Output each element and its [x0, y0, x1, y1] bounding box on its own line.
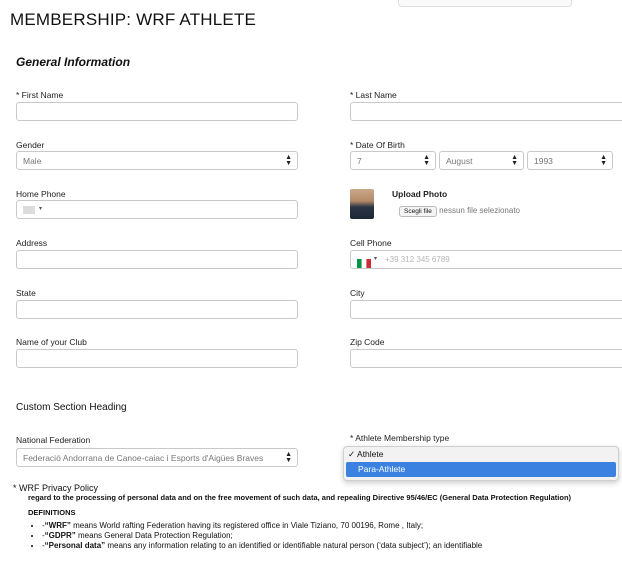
- last-name-input[interactable]: [350, 102, 622, 121]
- custom-section-heading: Custom Section Heading: [16, 402, 127, 413]
- national-federation-select[interactable]: Federació Andorrana de Canoe-caiac i Esp…: [16, 448, 298, 467]
- last-name-label: * Last Name: [350, 90, 397, 100]
- top-search-box: [398, 0, 572, 7]
- address-label: Address: [16, 238, 48, 248]
- checkmark-icon: ✓: [348, 449, 356, 459]
- dob-month-select[interactable]: August ▲ ▼: [439, 151, 524, 170]
- select-arrows-icon: ▲ ▼: [600, 154, 607, 167]
- avatar: [350, 189, 374, 219]
- select-arrows-icon: ▲ ▼: [283, 451, 292, 464]
- club-input[interactable]: [16, 349, 298, 368]
- blank-flag-icon[interactable]: [23, 206, 35, 214]
- list-item: -“WRF” means World rafting Federation ha…: [42, 521, 622, 530]
- first-name-label: * First Name: [16, 90, 64, 100]
- italy-flag-icon[interactable]: [357, 255, 371, 268]
- dob-year-value: 1993: [534, 156, 553, 166]
- dob-day-value: 7: [357, 156, 362, 166]
- first-name-input[interactable]: [16, 102, 298, 121]
- definitions-heading: DEFINITIONS: [28, 508, 76, 517]
- city-input[interactable]: [350, 300, 622, 319]
- policy-intro: regard to the processing of personal dat…: [28, 493, 572, 502]
- option-label: Athlete: [357, 449, 384, 459]
- membership-option-athlete[interactable]: ✓ Athlete: [344, 447, 618, 462]
- option-label: Para-Athlete: [358, 464, 406, 474]
- dob-label: * Date Of Birth: [350, 140, 405, 150]
- gender-select[interactable]: Male ▲ ▼: [16, 151, 298, 170]
- zip-label: Zip Code: [350, 337, 385, 347]
- home-phone-input[interactable]: ▾: [16, 200, 298, 219]
- membership-type-dropdown[interactable]: ✓ Athlete Para-Athlete: [343, 446, 619, 481]
- dob-year-select[interactable]: 1993 ▲ ▼: [527, 151, 613, 170]
- cell-phone-input[interactable]: ▾ +39 312 345 6789: [350, 250, 622, 269]
- dob-month-value: August: [446, 156, 473, 166]
- list-item: -“GDPR” means General Data Protection Re…: [42, 531, 622, 540]
- dob-day-select[interactable]: 7 ▲ ▼: [350, 151, 436, 170]
- gender-value: Male: [23, 156, 42, 166]
- national-federation-label: National Federation: [16, 435, 91, 445]
- page-title: MEMBERSHIP: WRF ATHLETE: [10, 10, 257, 29]
- state-input[interactable]: [16, 300, 298, 319]
- national-federation-value: Federació Andorrana de Canoe-caiac i Esp…: [23, 453, 264, 463]
- privacy-policy-label: * WRF Privacy Policy: [13, 483, 99, 493]
- select-arrows-icon: ▲ ▼: [285, 154, 292, 167]
- gender-label: Gender: [16, 140, 45, 150]
- membership-type-label: * Athlete Membership type: [350, 433, 450, 443]
- choose-file-button[interactable]: Scegli file: [399, 206, 437, 217]
- section-title: General Information: [16, 55, 131, 69]
- file-status: nessun file selezionato: [439, 206, 521, 215]
- definitions-list: -“WRF” means World rafting Federation ha…: [28, 521, 622, 550]
- membership-option-para-athlete[interactable]: Para-Athlete: [346, 462, 616, 477]
- cell-phone-placeholder: +39 312 345 6789: [385, 255, 450, 264]
- address-input[interactable]: [16, 250, 298, 269]
- select-arrows-icon: ▲ ▼: [423, 154, 430, 167]
- select-arrows-icon: ▲ ▼: [511, 154, 518, 167]
- list-item: -“Personal data” means any information r…: [42, 541, 622, 550]
- city-label: City: [350, 288, 365, 298]
- caret-down-icon: ▾: [374, 256, 378, 262]
- zip-input[interactable]: [350, 349, 622, 368]
- caret-down-icon: ▾: [39, 206, 43, 212]
- state-label: State: [16, 288, 36, 298]
- privacy-policy-text[interactable]: regard to the processing of personal dat…: [28, 493, 622, 573]
- home-phone-label: Home Phone: [16, 189, 66, 199]
- upload-photo-label: Upload Photo: [392, 189, 448, 199]
- cell-phone-label: Cell Phone: [350, 238, 392, 248]
- club-label: Name of your Club: [16, 337, 87, 347]
